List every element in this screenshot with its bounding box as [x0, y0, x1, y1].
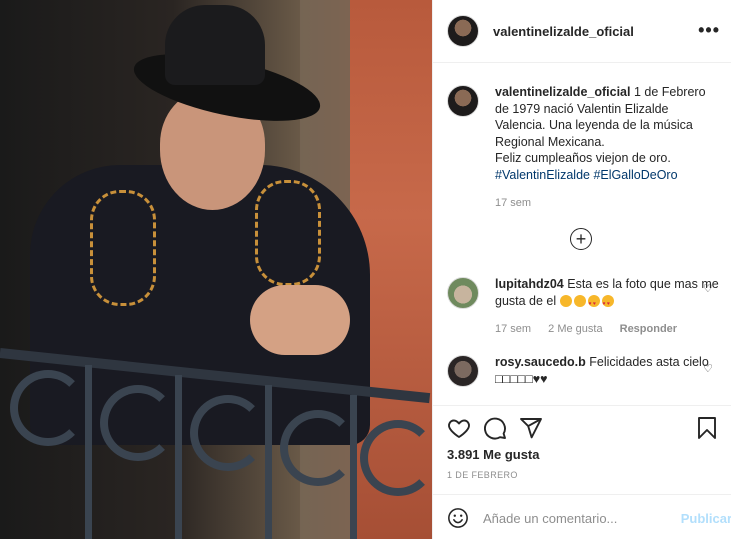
railing-bar: [175, 375, 182, 539]
commenter-avatar[interactable]: [447, 355, 479, 387]
bookmark-icon[interactable]: [695, 416, 719, 440]
caption-line2: Feliz cumpleaños viejon de oro.: [495, 151, 671, 165]
railing-scroll: [190, 395, 266, 471]
comment-time[interactable]: 17 sem: [495, 323, 531, 335]
post-side-panel: valentinelizalde_oficial ••• valentineli…: [432, 0, 731, 539]
comment-likes[interactable]: 2 Me gusta: [548, 323, 602, 335]
comment-icon[interactable]: [483, 416, 507, 440]
share-icon[interactable]: [519, 416, 543, 440]
instagram-post-view: valentinelizalde_oficial ••• valentineli…: [0, 0, 731, 539]
author-username[interactable]: valentinelizalde_oficial: [493, 24, 634, 39]
post-actions: 3.891 Me gusta 1 DE FEBRERO Publicar: [433, 405, 731, 540]
action-icons: [447, 416, 719, 442]
railing-bar: [350, 395, 357, 539]
photo-hands: [250, 285, 350, 355]
caption-username[interactable]: valentinelizalde_oficial: [495, 85, 630, 99]
railing-bar: [265, 385, 272, 539]
emoji-group: [559, 294, 616, 312]
post-date[interactable]: 1 DE FEBRERO: [447, 470, 518, 480]
emoji-icon: [573, 294, 586, 307]
comments-section: valentinelizalde_oficial 1 de Febrero de…: [433, 63, 731, 405]
photo-trim: [255, 180, 321, 286]
railing-bar: [85, 365, 92, 539]
commenter-username[interactable]: lupitahdz04: [495, 277, 564, 291]
photo-hat-crown: [165, 5, 265, 85]
post-caption: valentinelizalde_oficial 1 de Febrero de…: [447, 84, 717, 212]
commenter-avatar[interactable]: [447, 277, 479, 309]
plus-circle-icon[interactable]: +: [570, 228, 592, 250]
comment-item: rosy.saucedo.b Felicidades asta cielo □□…: [447, 354, 727, 387]
heart-icon[interactable]: ♡: [703, 362, 713, 375]
ellipsis-icon[interactable]: •••: [698, 20, 720, 41]
emoji-icon: [559, 294, 572, 307]
reply-button[interactable]: Responder: [620, 323, 677, 335]
hashtag-link[interactable]: #ValentinElizalde: [495, 168, 590, 182]
caption-time[interactable]: 17 sem: [495, 197, 531, 209]
add-comment-bar: Publicar: [433, 494, 731, 541]
likes-count[interactable]: 3.891 Me gusta: [447, 447, 540, 462]
author-avatar[interactable]: [447, 15, 479, 47]
comment-input[interactable]: [480, 509, 675, 527]
post-photo[interactable]: [0, 0, 432, 539]
heart-eyes-emoji-icon: [601, 294, 614, 312]
railing-scroll: [360, 420, 432, 496]
hashtag-link[interactable]: #ElGalloDeOro: [593, 168, 677, 182]
heart-icon[interactable]: [447, 416, 471, 440]
post-header: valentinelizalde_oficial •••: [433, 0, 731, 63]
comment-item: lupitahdz04 Esta es la foto que mas me g…: [447, 276, 727, 338]
photo-trim: [90, 190, 156, 306]
heart-eyes-emoji-icon: [587, 294, 600, 312]
heart-icon[interactable]: ♡: [703, 282, 713, 295]
railing-scroll: [280, 410, 356, 486]
publish-button[interactable]: Publicar: [681, 511, 731, 526]
commenter-username[interactable]: rosy.saucedo.b: [495, 355, 586, 369]
railing-scroll: [100, 385, 176, 461]
smile-icon[interactable]: [447, 507, 469, 529]
caption-avatar[interactable]: [447, 85, 479, 117]
railing-scroll: [10, 370, 86, 446]
